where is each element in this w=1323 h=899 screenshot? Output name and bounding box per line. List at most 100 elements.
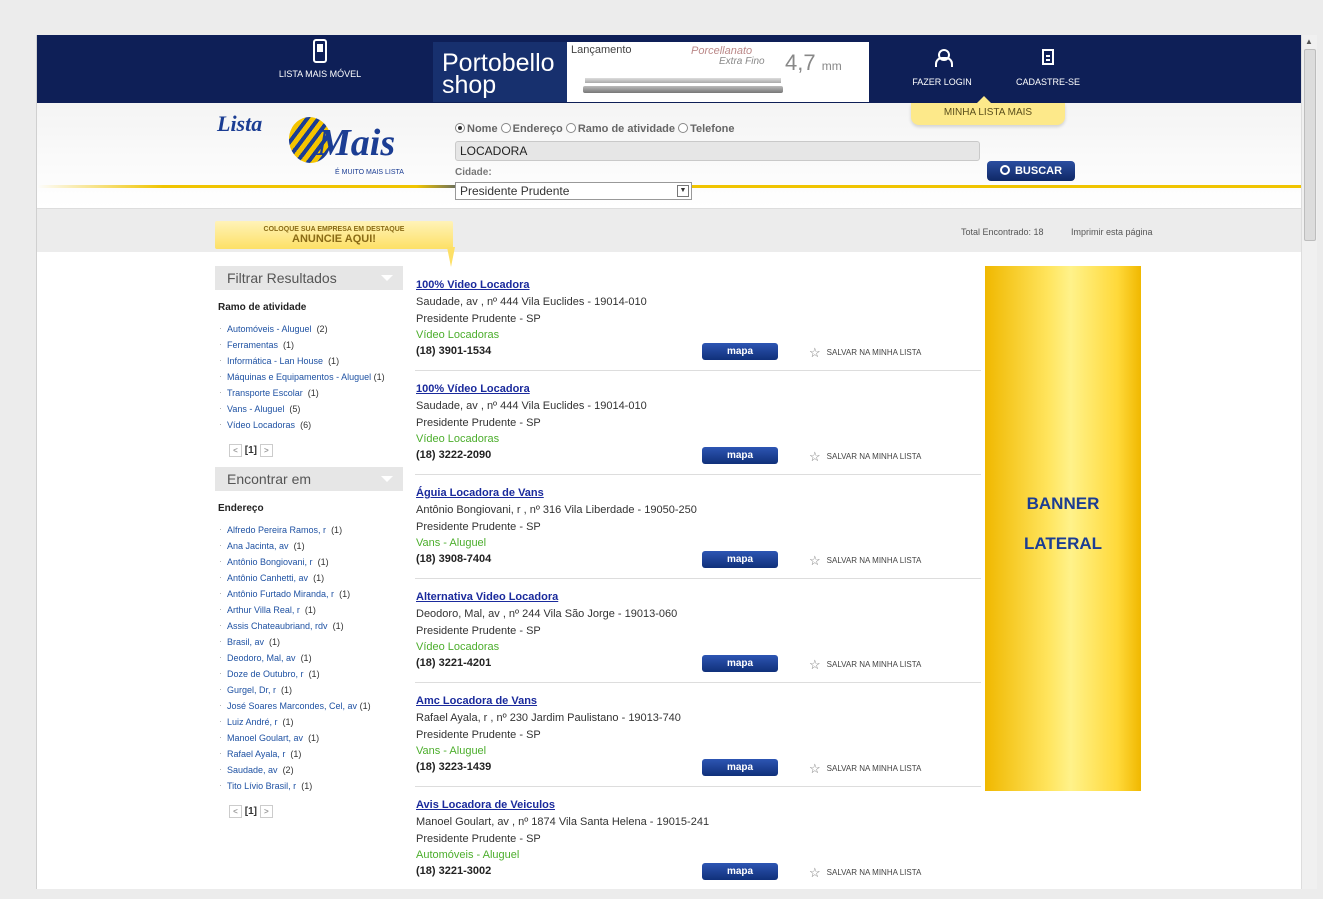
endereco-item-label: Antônio Canhetti, av [227,573,309,583]
mobile-link[interactable]: LISTA MAIS MÓVEL [255,39,385,79]
find-in-header[interactable]: Encontrar em [215,467,403,491]
endereco-item[interactable]: Manoel Goulart, av (1) [218,731,403,747]
endereco-item-count: (1) [317,557,329,567]
result-name-link[interactable]: 100% Video Locadora [416,279,981,291]
anuncie-aqui-button[interactable]: COLOQUE SUA EMPRESA EM DESTAQUE ANUNCIE … [215,221,455,267]
endereco-item-label: Saudade, av [227,765,278,775]
radio-nome[interactable] [455,123,465,133]
endereco-item[interactable]: Antônio Bongiovani, r (1) [218,555,403,571]
search-button[interactable]: BUSCAR [987,161,1075,181]
ramo-item[interactable]: Máquinas e Equipamentos - Aluguel (1) [218,370,403,386]
save-to-list-link[interactable]: ☆ SALVAR NA MINHA LISTA [809,761,921,777]
endereco-item-count: (1) [300,653,312,663]
endereco-item-count: (1) [313,573,325,583]
radio-endereco[interactable] [500,123,511,133]
result-category[interactable]: Vídeo Locadoras [416,641,981,653]
next-page-icon[interactable]: > [259,805,273,818]
scrollbar-thumb[interactable] [1304,49,1316,241]
endereco-item[interactable]: Alfredo Pereira Ramos, r (1) [218,523,403,539]
anuncie-big-text: ANUNCIE AQUI! [292,233,376,245]
radio-telefone[interactable] [678,123,689,133]
endereco-item[interactable]: Luiz André, r (1) [218,715,403,731]
ramo-item[interactable]: Automóveis - Aluguel (2) [218,322,403,338]
save-to-list-link[interactable]: ☆ SALVAR NA MINHA LISTA [809,657,921,673]
map-button[interactable]: mapa [702,863,778,880]
endereco-item[interactable]: Brasil, av (1) [218,635,403,651]
result-name-link[interactable]: Alternativa Video Locadora [416,591,981,603]
result-category[interactable]: Vans - Aluguel [416,537,981,549]
search-button-label: BUSCAR [1014,165,1063,177]
vertical-scrollbar[interactable]: ▲ [1301,35,1317,889]
chevron-down-icon: ▼ [677,185,689,197]
endereco-item[interactable]: Antônio Furtado Miranda, r (1) [218,587,403,603]
result-name-link[interactable]: 100% Vídeo Locadora [416,383,981,395]
mobile-label: LISTA MAIS MÓVEL [278,69,362,79]
site-logo[interactable]: Lista Mais É MUITO MAIS LISTA [217,111,407,179]
endereco-item[interactable]: Assis Chateaubriand, rdv (1) [218,619,403,635]
prev-page-icon[interactable]: < [229,805,242,818]
result-city: Presidente Prudente - SP [416,729,541,741]
next-page-icon[interactable]: > [259,444,273,457]
search-type-options: Nome Endereço Ramo de atividade Telefone [455,123,980,135]
save-to-list-link[interactable]: ☆ SALVAR NA MINHA LISTA [809,345,921,361]
endereco-item-label: Doze de Outubro, r [227,669,304,679]
result-category[interactable]: Vídeo Locadoras [416,329,981,341]
ramo-item[interactable]: Vídeo Locadoras (6) [218,418,403,434]
endereco-item[interactable]: Deodoro, Mal, av (1) [218,651,403,667]
endereco-item-label: Ana Jacinta, av [227,541,289,551]
ramo-item[interactable]: Vans - Aluguel (5) [218,402,403,418]
map-button[interactable]: mapa [702,655,778,672]
result-category[interactable]: Vídeo Locadoras [416,433,981,445]
side-banner[interactable]: BANNER LATERAL [985,266,1141,791]
map-button[interactable]: mapa [702,447,778,464]
radio-ramo[interactable] [565,123,576,133]
login-link[interactable]: FAZER LOGIN [897,49,987,87]
ramo-list: Automóveis - Aluguel (2) Ferramentas (1)… [215,322,403,434]
ramo-item-label: Vídeo Locadoras [227,420,296,430]
save-to-list-link[interactable]: ☆ SALVAR NA MINHA LISTA [809,449,921,465]
save-to-list-link[interactable]: ☆ SALVAR NA MINHA LISTA [809,553,921,569]
map-button[interactable]: mapa [702,343,778,360]
endereco-item[interactable]: Ana Jacinta, av (1) [218,539,403,555]
search-input[interactable]: LOCADORA [455,141,980,161]
logo-slogan: É MUITO MAIS LISTA [335,169,404,176]
ramo-item[interactable]: Ferramentas (1) [218,338,403,354]
filter-results-header[interactable]: Filtrar Resultados [215,266,403,290]
prev-page-icon[interactable]: < [229,444,242,457]
endereco-item[interactable]: José Soares Marcondes, Cel, av (1) [218,699,403,715]
result-item: 100% Vídeo Locadora Saudade, av , nº 444… [415,371,981,475]
endereco-item[interactable]: Antônio Canhetti, av (1) [218,571,403,587]
map-button[interactable]: mapa [702,759,778,776]
print-link[interactable]: Imprimir esta página [1071,227,1153,237]
endereco-item[interactable]: Doze de Outubro, r (1) [218,667,403,683]
endereco-item[interactable]: Tito Lívio Brasil, r (1) [218,779,403,795]
endereco-item[interactable]: Rafael Ayala, r (1) [218,747,403,763]
city-select[interactable]: Presidente Prudente ▼ [455,182,692,200]
endereco-title: Endereço [218,503,264,514]
result-city: Presidente Prudente - SP [416,833,541,845]
endereco-item-count: (1) [281,685,293,695]
endereco-item-count: (1) [331,525,343,535]
endereco-item[interactable]: Arthur Villa Real, r (1) [218,603,403,619]
ramo-pager: < [1] > [229,444,403,457]
endereco-pager: < [1] > [229,805,403,818]
ramo-item[interactable]: Transporte Escolar (1) [218,386,403,402]
result-category[interactable]: Vans - Aluguel [416,745,981,757]
register-link[interactable]: CADASTRE-SE [1003,49,1093,87]
map-button[interactable]: mapa [702,551,778,568]
scroll-up-icon[interactable]: ▲ [1305,37,1313,46]
top-ad-banner[interactable]: Portobello shop Lançamento Porcellanato … [433,42,869,102]
banner-line1: BANNER [1026,494,1100,513]
ramo-item-count: (1) [307,388,319,398]
endereco-item-count: (1) [301,781,313,791]
result-category[interactable]: Automóveis - Aluguel [416,849,981,861]
minha-lista-tab[interactable]: MINHA LISTA MAIS [911,96,1065,125]
result-name-link[interactable]: Águia Locadora de Vans [416,487,981,499]
result-name-link[interactable]: Avis Locadora de Veiculos [416,799,981,811]
endereco-item[interactable]: Gurgel, Dr, r (1) [218,683,403,699]
endereco-item[interactable]: Saudade, av (2) [218,763,403,779]
ramo-item-count: (5) [289,404,301,414]
result-name-link[interactable]: Amc Locadora de Vans [416,695,981,707]
save-to-list-link[interactable]: ☆ SALVAR NA MINHA LISTA [809,865,921,881]
ramo-item[interactable]: Informática - Lan House (1) [218,354,403,370]
